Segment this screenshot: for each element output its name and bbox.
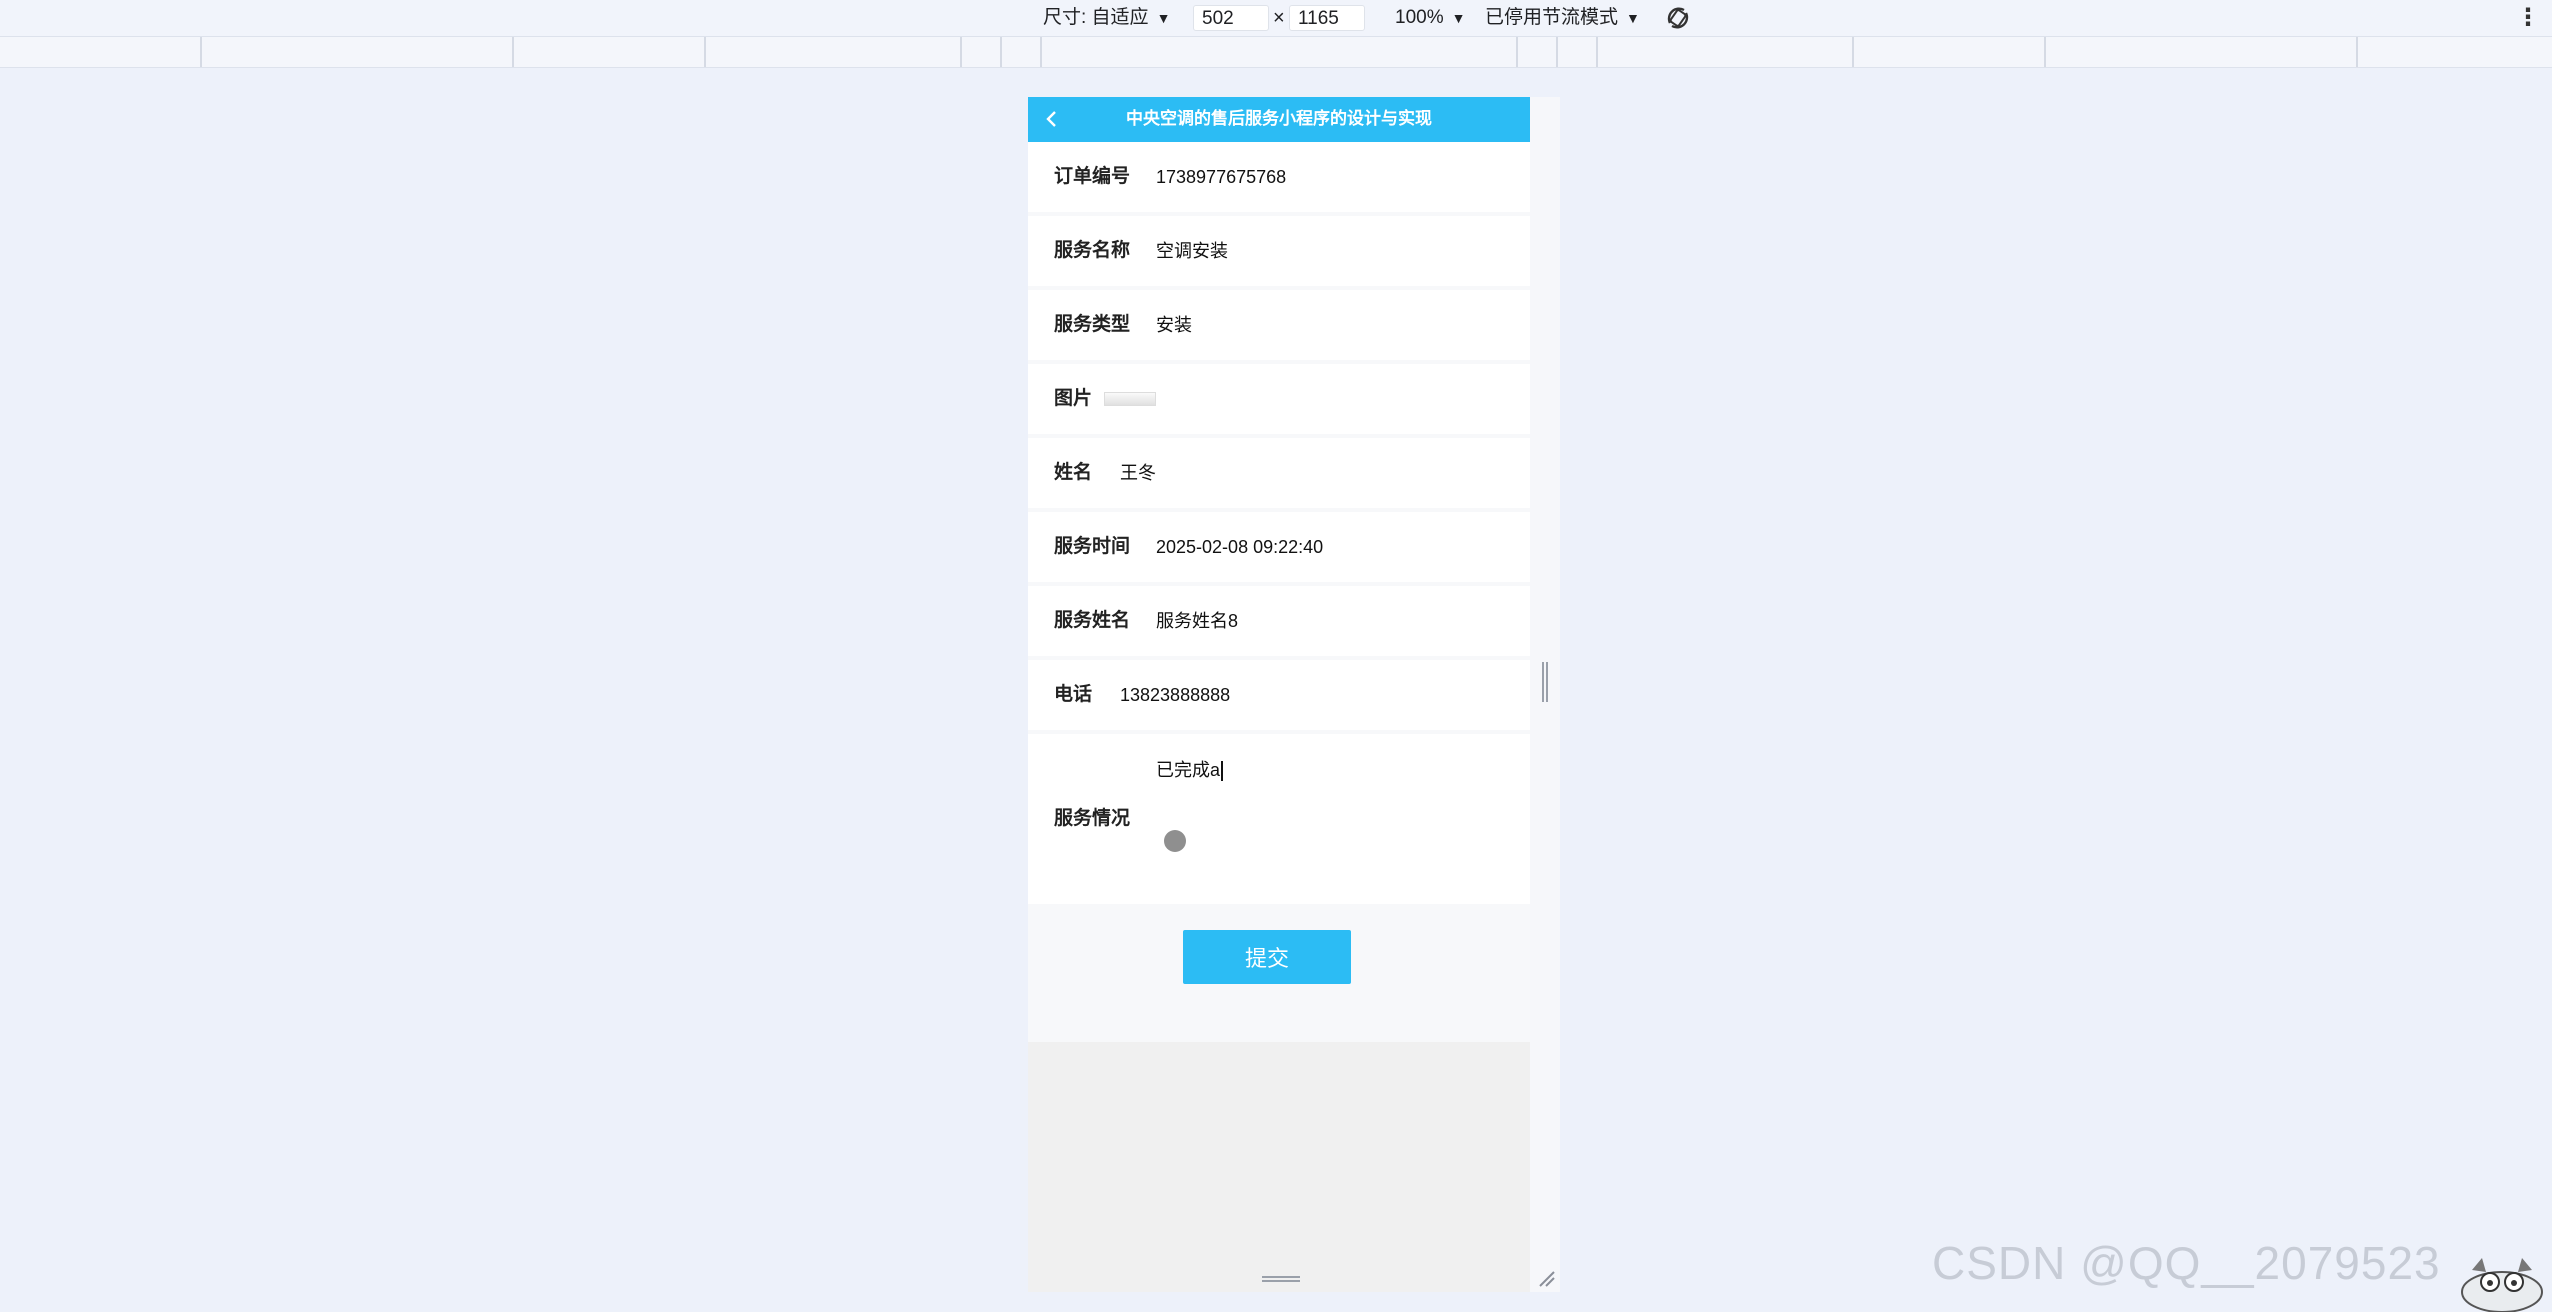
ruler-tick[interactable] bbox=[1516, 37, 1518, 67]
ruler-tick[interactable] bbox=[1040, 37, 1042, 67]
form-row-service-name: 服务名称 空调安装 bbox=[1028, 216, 1530, 286]
touch-cursor-icon bbox=[1164, 830, 1186, 852]
resize-handle-bottom[interactable] bbox=[1262, 1276, 1300, 1282]
chevron-down-icon: ▼ bbox=[1156, 10, 1171, 26]
resize-corner-icon[interactable] bbox=[1536, 1268, 1556, 1288]
more-options-icon[interactable]: ⋮ bbox=[2516, 0, 2540, 36]
chevron-down-icon: ▼ bbox=[1626, 10, 1640, 26]
device-toolbar: 尺寸: 自适应 ▼ 502 × 1165 100% ▼ 已停用节流模式 ▼ ⋮ bbox=[0, 0, 2552, 37]
ruler-tick[interactable] bbox=[1596, 37, 1598, 67]
ruler-tick[interactable] bbox=[1852, 37, 1854, 67]
form-row-phone: 电话 13823888888 bbox=[1028, 660, 1530, 730]
dimensions-dropdown[interactable]: 尺寸: 自适应 ▼ bbox=[1043, 0, 1170, 36]
chevron-down-icon: ▼ bbox=[1451, 10, 1466, 26]
ruler-tick[interactable] bbox=[960, 37, 962, 67]
field-label: 电话 bbox=[1054, 684, 1093, 705]
ruler-tick[interactable] bbox=[200, 37, 202, 67]
ruler-tick[interactable] bbox=[704, 37, 706, 67]
ruler-tick[interactable] bbox=[1556, 37, 1558, 67]
form-row-order-number: 订单编号 1738977675768 bbox=[1028, 142, 1530, 212]
field-value[interactable]: 2025-02-08 09:22:40 bbox=[1156, 512, 1323, 582]
resize-handle-right[interactable] bbox=[1542, 662, 1548, 702]
field-value[interactable]: 1738977675768 bbox=[1156, 142, 1286, 212]
throttle-label: 已停用节流模式 bbox=[1485, 7, 1619, 28]
field-label: 服务时间 bbox=[1054, 536, 1131, 557]
form-row-service-time: 服务时间 2025-02-08 09:22:40 bbox=[1028, 512, 1530, 582]
air-conditioner-thumbnail[interactable] bbox=[1104, 392, 1156, 406]
ruler-tick[interactable] bbox=[2044, 37, 2046, 67]
field-label: 服务姓名 bbox=[1054, 610, 1131, 631]
rotate-icon[interactable] bbox=[1662, 3, 1694, 33]
service-form: 订单编号 1738977675768 服务名称 空调安装 服务类型 安装 图片 … bbox=[1028, 142, 1530, 1042]
field-value[interactable]: 空调安装 bbox=[1156, 216, 1228, 286]
submit-button[interactable]: 提交 bbox=[1183, 930, 1351, 984]
throttle-dropdown[interactable]: 已停用节流模式 ▼ bbox=[1485, 0, 1640, 36]
csdn-watermark: CSDN @QQ__2079523 bbox=[1932, 1237, 2441, 1289]
field-label: 订单编号 bbox=[1054, 166, 1131, 187]
form-row-name: 姓名 王冬 bbox=[1028, 438, 1530, 508]
zoom-label: 100% bbox=[1395, 7, 1444, 28]
status-textarea[interactable]: 已完成a bbox=[1156, 756, 1224, 782]
field-value[interactable]: 安装 bbox=[1156, 290, 1192, 360]
media-query-bar bbox=[0, 37, 2552, 68]
form-row-service-status: 服务情况 已完成a bbox=[1028, 734, 1530, 904]
height-input[interactable]: 1165 bbox=[1289, 5, 1365, 31]
device-viewport: 中央空调的售后服务小程序的设计与实现 订单编号 1738977675768 服务… bbox=[1028, 97, 1530, 1292]
ruler-tick[interactable] bbox=[1000, 37, 1002, 67]
field-label: 服务情况 bbox=[1054, 808, 1131, 829]
field-label: 服务名称 bbox=[1054, 240, 1131, 261]
mascot-icon bbox=[2461, 1258, 2543, 1312]
app-navbar: 中央空调的售后服务小程序的设计与实现 bbox=[1028, 97, 1530, 142]
field-value[interactable]: 王冬 bbox=[1120, 438, 1156, 508]
zoom-dropdown[interactable]: 100% ▼ bbox=[1395, 0, 1465, 36]
dimensions-label: 尺寸: 自适应 bbox=[1043, 7, 1149, 28]
width-input[interactable]: 502 bbox=[1193, 5, 1269, 31]
submit-area: 提交 bbox=[1028, 908, 1530, 1042]
field-value[interactable]: 服务姓名8 bbox=[1156, 586, 1238, 656]
page-title: 中央空调的售后服务小程序的设计与实现 bbox=[1126, 109, 1432, 129]
ruler-tick[interactable] bbox=[512, 37, 514, 67]
field-label: 图片 bbox=[1054, 388, 1093, 409]
field-label: 服务类型 bbox=[1054, 314, 1131, 335]
field-value[interactable]: 13823888888 bbox=[1120, 660, 1230, 730]
times-sign: × bbox=[1273, 7, 1285, 29]
form-row-service-staff: 服务姓名 服务姓名8 bbox=[1028, 586, 1530, 656]
form-row-image: 图片 bbox=[1028, 364, 1530, 434]
field-label: 姓名 bbox=[1054, 462, 1093, 483]
text-caret bbox=[1221, 761, 1224, 782]
status-text: 已完成a bbox=[1156, 760, 1221, 780]
form-row-service-type: 服务类型 安装 bbox=[1028, 290, 1530, 360]
ruler-tick[interactable] bbox=[2356, 37, 2358, 67]
